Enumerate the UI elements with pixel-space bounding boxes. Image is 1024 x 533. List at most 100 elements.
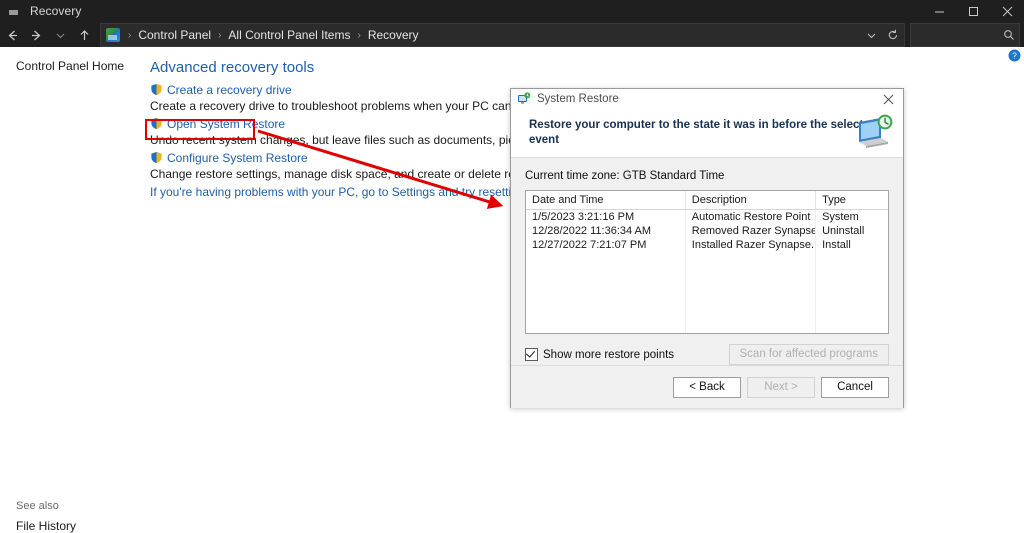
back-button[interactable]: < Back xyxy=(673,376,741,398)
table-cell-empty xyxy=(526,280,686,294)
address-bar-tools xyxy=(860,25,904,45)
close-icon[interactable] xyxy=(873,89,903,109)
address-bar[interactable]: › Control Panel › All Control Panel Item… xyxy=(100,23,905,47)
page-title: Advanced recovery tools xyxy=(150,59,315,76)
table-row-empty xyxy=(526,308,888,322)
table-row-empty xyxy=(526,266,888,280)
table-cell-empty xyxy=(816,308,888,322)
link-reset-pc[interactable]: If you're having problems with your PC, … xyxy=(150,185,534,199)
sidebar: Control Panel Home See also File History xyxy=(0,47,148,533)
window-titlebar: Recovery xyxy=(0,0,1024,22)
breadcrumb-separator: › xyxy=(218,29,222,41)
table-cell-empty xyxy=(816,322,888,333)
maximize-icon[interactable] xyxy=(956,0,990,22)
checkbox-indicator[interactable] xyxy=(525,348,538,361)
table-cell-empty xyxy=(685,280,817,294)
table-cell: Install xyxy=(822,239,851,251)
show-more-restore-points-checkbox[interactable]: Show more restore points xyxy=(525,348,674,361)
system-restore-dialog: System Restore Restore your computer to … xyxy=(510,88,904,408)
system-restore-icon xyxy=(517,92,531,106)
back-arrow-icon[interactable] xyxy=(0,23,24,47)
dialog-body: Current time zone: GTB Standard Time Dat… xyxy=(511,158,903,365)
table-cell: 1/5/2023 3:21:16 PM xyxy=(526,209,686,224)
table-cell: System xyxy=(822,211,859,223)
window-controls xyxy=(922,0,1024,22)
shield-icon xyxy=(150,117,163,130)
dialog-footer: < Back Next > Cancel xyxy=(511,365,903,408)
cancel-button[interactable]: Cancel xyxy=(821,376,889,398)
table-cell-empty xyxy=(816,252,888,266)
breadcrumb-item-control-panel[interactable]: Control Panel xyxy=(136,28,213,42)
next-button[interactable]: Next > xyxy=(747,376,815,398)
table-row[interactable]: 12/27/2022 7:21:07 PM Installed Razer Syn… xyxy=(526,238,888,252)
shield-icon xyxy=(150,83,163,96)
column-header-description[interactable]: Description xyxy=(685,191,817,210)
table-cell-empty xyxy=(816,280,888,294)
see-also-label: See also xyxy=(16,500,59,512)
table-cell-empty xyxy=(685,322,817,333)
dialog-titlebar: System Restore xyxy=(511,89,903,109)
table-body: 1/5/2023 3:21:16 PM Automatic Restore Poi… xyxy=(526,209,888,333)
search-input[interactable] xyxy=(910,23,1020,47)
refresh-icon[interactable] xyxy=(882,25,904,45)
sidebar-item-file-history[interactable]: File History xyxy=(16,519,76,533)
table-cell: Removed Razer Synapse. xyxy=(685,224,817,238)
table-cell-empty xyxy=(526,308,686,322)
table-cell-empty xyxy=(526,294,686,308)
table-cell: Automatic Restore Point xyxy=(685,209,817,224)
up-arrow-icon[interactable] xyxy=(72,23,96,47)
table-row[interactable]: 1/5/2023 3:21:16 PM Automatic Restore Poi… xyxy=(526,209,888,224)
table-cell-empty xyxy=(526,266,686,280)
table-row[interactable]: 12/28/2022 11:36:34 AM Removed Razer Syna… xyxy=(526,224,888,238)
table-row-empty xyxy=(526,252,888,266)
table-cell-empty xyxy=(685,266,817,280)
table-cell-empty xyxy=(526,252,686,266)
timezone-label: Current time zone: GTB Standard Time xyxy=(525,170,725,182)
help-icon[interactable]: ? xyxy=(1008,49,1021,62)
dialog-title: System Restore xyxy=(537,93,619,105)
explorer-window: Recovery › Control Panel › All Control P… xyxy=(0,0,1024,533)
table-cell: Installed Razer Synapse. xyxy=(685,238,817,252)
restore-points-table[interactable]: Date and Time Description Type 1/5/2023 … xyxy=(525,190,889,334)
dialog-banner-text: Restore your computer to the state it wa… xyxy=(529,119,877,146)
task-create-a-recovery-drive: Create a recovery drive Create a recover… xyxy=(150,82,548,114)
table-cell-empty xyxy=(526,322,686,333)
table-cell: 12/27/2022 7:21:07 PM xyxy=(526,238,686,252)
table-row-empty xyxy=(526,322,888,333)
breadcrumb-separator: › xyxy=(128,29,132,41)
table-row-empty xyxy=(526,294,888,308)
link-open-system-restore[interactable]: Open System Restore xyxy=(167,117,285,131)
checkbox-label: Show more restore points xyxy=(543,348,675,361)
search-icon[interactable] xyxy=(999,25,1019,45)
close-icon[interactable] xyxy=(990,0,1024,22)
sidebar-item-control-panel-home[interactable]: Control Panel Home xyxy=(16,59,124,73)
forward-arrow-icon[interactable] xyxy=(24,23,48,47)
table-cell-empty xyxy=(685,252,817,266)
column-header-type[interactable]: Type xyxy=(815,191,888,210)
dialog-options-row: Show more restore points Scan for affect… xyxy=(525,344,889,365)
breadcrumb-separator: › xyxy=(357,29,361,41)
navigation-bar: › Control Panel › All Control Panel Item… xyxy=(0,22,1024,47)
chevron-down-icon[interactable] xyxy=(860,25,882,45)
minimize-icon[interactable] xyxy=(922,0,956,22)
scan-for-affected-programs-button[interactable]: Scan for affected programs xyxy=(728,344,889,365)
breadcrumb: › Control Panel › All Control Panel Item… xyxy=(101,25,860,45)
shield-icon xyxy=(150,151,163,164)
table-header-row: Date and Time Description Type xyxy=(526,191,888,210)
window-title: Recovery xyxy=(30,4,82,18)
table-cell: 12/28/2022 11:36:34 AM xyxy=(526,224,686,238)
breadcrumb-item-all-control-panel-items[interactable]: All Control Panel Items xyxy=(226,28,352,42)
control-panel-icon xyxy=(7,3,23,19)
svg-text:?: ? xyxy=(1012,51,1017,61)
table-cell: Uninstall xyxy=(822,225,865,237)
link-configure-system-restore[interactable]: Configure System Restore xyxy=(167,151,308,165)
table-cell-empty xyxy=(816,266,888,280)
dialog-banner: Restore your computer to the state it wa… xyxy=(511,109,903,158)
link-create-a-recovery-drive[interactable]: Create a recovery drive xyxy=(167,83,292,97)
table-cell-empty xyxy=(685,308,817,322)
breadcrumb-item-recovery[interactable]: Recovery xyxy=(366,28,421,42)
table-cell-empty xyxy=(816,294,888,308)
task-description: Create a recovery drive to troubleshoot … xyxy=(150,99,548,113)
chevron-down-icon[interactable] xyxy=(48,23,72,47)
column-header-date-and-time[interactable]: Date and Time xyxy=(526,191,686,210)
